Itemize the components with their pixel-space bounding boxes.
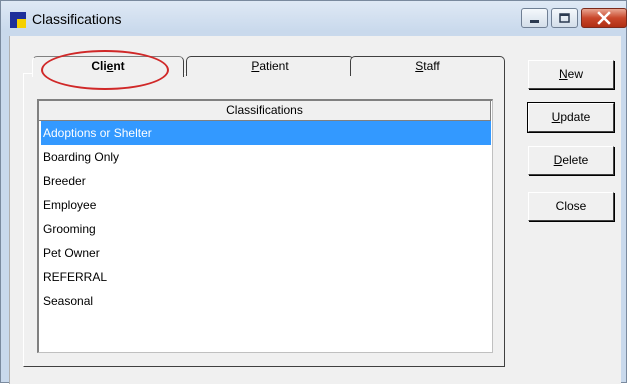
tab-staff[interactable]: Staff — [350, 56, 505, 76]
list-item[interactable]: Pet Owner — [41, 241, 491, 265]
tab-patient-label: Patient — [251, 59, 289, 73]
window-title: Classifications — [32, 11, 122, 27]
close-button[interactable]: Close — [528, 192, 614, 221]
maximize-icon — [559, 13, 570, 23]
tab-client[interactable]: Client — [32, 56, 184, 77]
list-item[interactable]: Seasonal — [41, 289, 491, 313]
close-icon — [597, 11, 611, 25]
list-item[interactable]: Adoptions or Shelter — [41, 121, 491, 145]
list-item[interactable]: Breeder — [41, 169, 491, 193]
list-item[interactable]: Employee — [41, 193, 491, 217]
tab-patient[interactable]: Patient — [186, 56, 354, 76]
maximize-button[interactable] — [551, 8, 578, 28]
title-bar[interactable]: Classifications — [1, 1, 627, 35]
update-button[interactable]: Update — [527, 102, 615, 133]
classifications-listbox[interactable]: Classifications Adoptions or Shelter Boa… — [37, 99, 493, 353]
tab-client-label: Client — [91, 59, 125, 73]
tab-staff-label: Staff — [415, 59, 440, 73]
minimize-icon — [530, 20, 539, 23]
list-item[interactable]: Boarding Only — [41, 145, 491, 169]
delete-button[interactable]: Delete — [528, 146, 614, 175]
app-icon — [10, 12, 26, 28]
list-item[interactable]: REFERRAL — [41, 265, 491, 289]
new-button[interactable]: New — [528, 60, 614, 89]
list-column-header[interactable]: Classifications — [39, 101, 491, 121]
close-window-button[interactable] — [581, 8, 627, 28]
minimize-button[interactable] — [521, 8, 548, 28]
list-item[interactable]: Grooming — [41, 217, 491, 241]
